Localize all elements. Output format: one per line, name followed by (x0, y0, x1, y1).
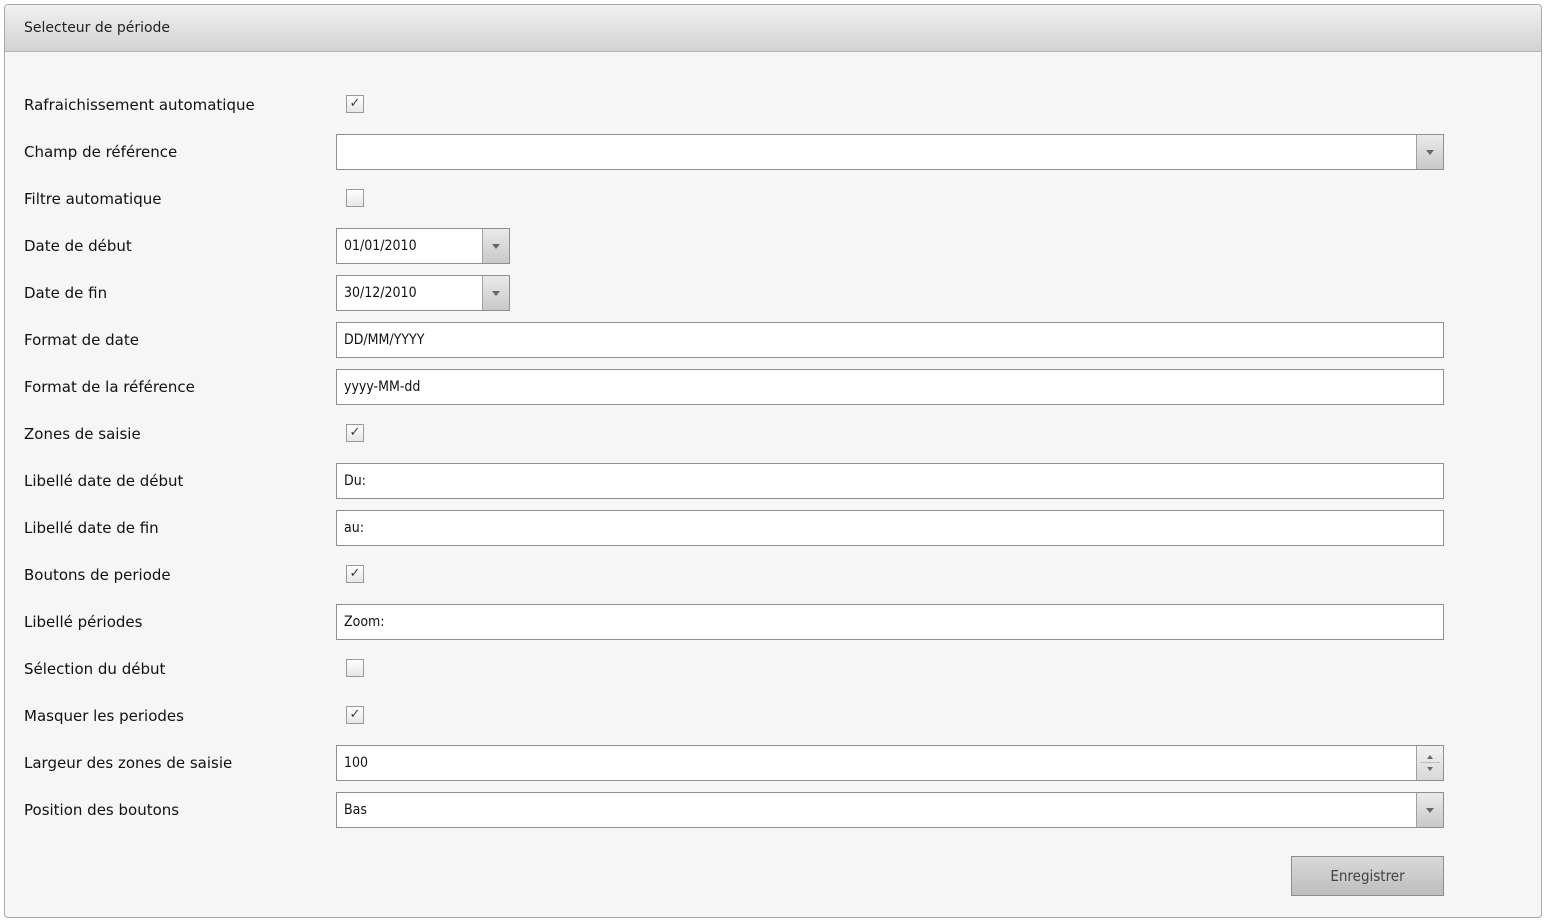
start-selection-label: Sélection du début (24, 660, 166, 678)
date-format-value: DD/MM/YYYY (344, 332, 425, 348)
periods-label-label: Libellé périodes (24, 613, 143, 631)
checkmark-icon: ✓ (349, 566, 361, 581)
period-buttons-checkbox[interactable]: ✓ (346, 565, 364, 583)
auto-filter-label: Filtre automatique (24, 190, 162, 208)
start-selection-checkbox[interactable] (346, 659, 364, 677)
chevron-up-icon[interactable] (1427, 755, 1433, 759)
hide-periods-checkbox[interactable]: ✓ (346, 706, 364, 724)
input-width-label: Largeur des zones de saisie (24, 754, 233, 772)
auto-filter-checkbox[interactable] (346, 189, 364, 207)
start-date-picker[interactable]: 01/01/2010 (336, 228, 510, 264)
end-label-label: Libellé date de fin (24, 519, 159, 537)
checkmark-icon: ✓ (349, 425, 361, 440)
row-reference-format: Format de la référence yyyy-MM-dd (24, 369, 1541, 405)
buttons-position-label: Position des boutons (24, 801, 180, 819)
row-start-selection: Sélection du début (24, 651, 1541, 687)
reference-field-select[interactable] (336, 134, 1444, 170)
start-date-label: Date de début (24, 237, 132, 255)
reference-field-dropdown-button[interactable] (1416, 135, 1443, 169)
row-date-format: Format de date DD/MM/YYYY (24, 322, 1541, 358)
end-date-value: 30/12/2010 (344, 285, 417, 301)
end-date-picker[interactable]: 30/12/2010 (336, 275, 510, 311)
start-label-value: Du: (344, 473, 366, 489)
checkmark-icon: ✓ (349, 707, 361, 722)
period-selector-panel: Selecteur de période Rafraichissement au… (4, 4, 1542, 918)
row-end-date: Date de fin 30/12/2010 (24, 275, 1541, 311)
reference-format-value: yyyy-MM-dd (344, 379, 421, 395)
period-buttons-label: Boutons de periode (24, 566, 171, 584)
start-date-value: 01/01/2010 (344, 238, 417, 254)
row-start-label: Libellé date de début Du: (24, 463, 1541, 499)
reference-field-label: Champ de référence (24, 143, 178, 161)
checkmark-icon: ✓ (349, 96, 361, 111)
save-button[interactable]: Enregistrer (1291, 856, 1444, 896)
start-label-label: Libellé date de début (24, 472, 184, 490)
end-date-dropdown-button[interactable] (482, 276, 509, 310)
reference-format-label: Format de la référence (24, 378, 195, 396)
periods-label-input[interactable]: Zoom: (336, 604, 1444, 640)
hide-periods-label: Masquer les periodes (24, 707, 184, 725)
chevron-down-icon (492, 291, 500, 296)
input-width-value: 100 (344, 755, 369, 771)
periods-label-value: Zoom: (344, 614, 385, 630)
auto-refresh-checkbox[interactable]: ✓ (346, 95, 364, 113)
input-zones-label: Zones de saisie (24, 425, 141, 443)
chevron-down-icon[interactable] (1427, 767, 1433, 771)
end-date-label: Date de fin (24, 284, 108, 302)
spin-divider (1420, 762, 1440, 763)
input-width-spin-buttons[interactable] (1416, 746, 1443, 780)
row-buttons-position: Position des boutons Bas (24, 792, 1541, 828)
end-label-input[interactable]: au: (336, 510, 1444, 546)
input-width-stepper[interactable]: 100 (336, 745, 1444, 781)
buttons-position-select[interactable]: Bas (336, 792, 1444, 828)
start-label-input[interactable]: Du: (336, 463, 1444, 499)
row-period-buttons: Boutons de periode ✓ (24, 557, 1541, 593)
input-zones-checkbox[interactable]: ✓ (346, 424, 364, 442)
chevron-down-icon (492, 244, 500, 249)
date-format-input[interactable]: DD/MM/YYYY (336, 322, 1444, 358)
row-start-date: Date de début 01/01/2010 (24, 228, 1541, 264)
chevron-down-icon (1426, 150, 1434, 155)
row-reference-field: Champ de référence (24, 134, 1541, 170)
panel-title: Selecteur de période (5, 5, 1541, 52)
row-input-zones: Zones de saisie ✓ (24, 416, 1541, 452)
row-auto-filter: Filtre automatique (24, 181, 1541, 217)
start-date-dropdown-button[interactable] (482, 229, 509, 263)
row-hide-periods: Masquer les periodes ✓ (24, 698, 1541, 734)
date-format-label: Format de date (24, 331, 139, 349)
buttons-position-dropdown-button[interactable] (1416, 793, 1443, 827)
auto-refresh-label: Rafraichissement automatique (24, 96, 255, 114)
row-auto-refresh: Rafraichissement automatique ✓ (24, 87, 1541, 123)
reference-format-input[interactable]: yyyy-MM-dd (336, 369, 1444, 405)
row-input-width: Largeur des zones de saisie 100 (24, 745, 1541, 781)
row-end-label: Libellé date de fin au: (24, 510, 1541, 546)
end-label-value: au: (344, 520, 364, 536)
chevron-down-icon (1426, 808, 1434, 813)
buttons-position-value: Bas (344, 802, 367, 818)
row-periods-label: Libellé périodes Zoom: (24, 604, 1541, 640)
